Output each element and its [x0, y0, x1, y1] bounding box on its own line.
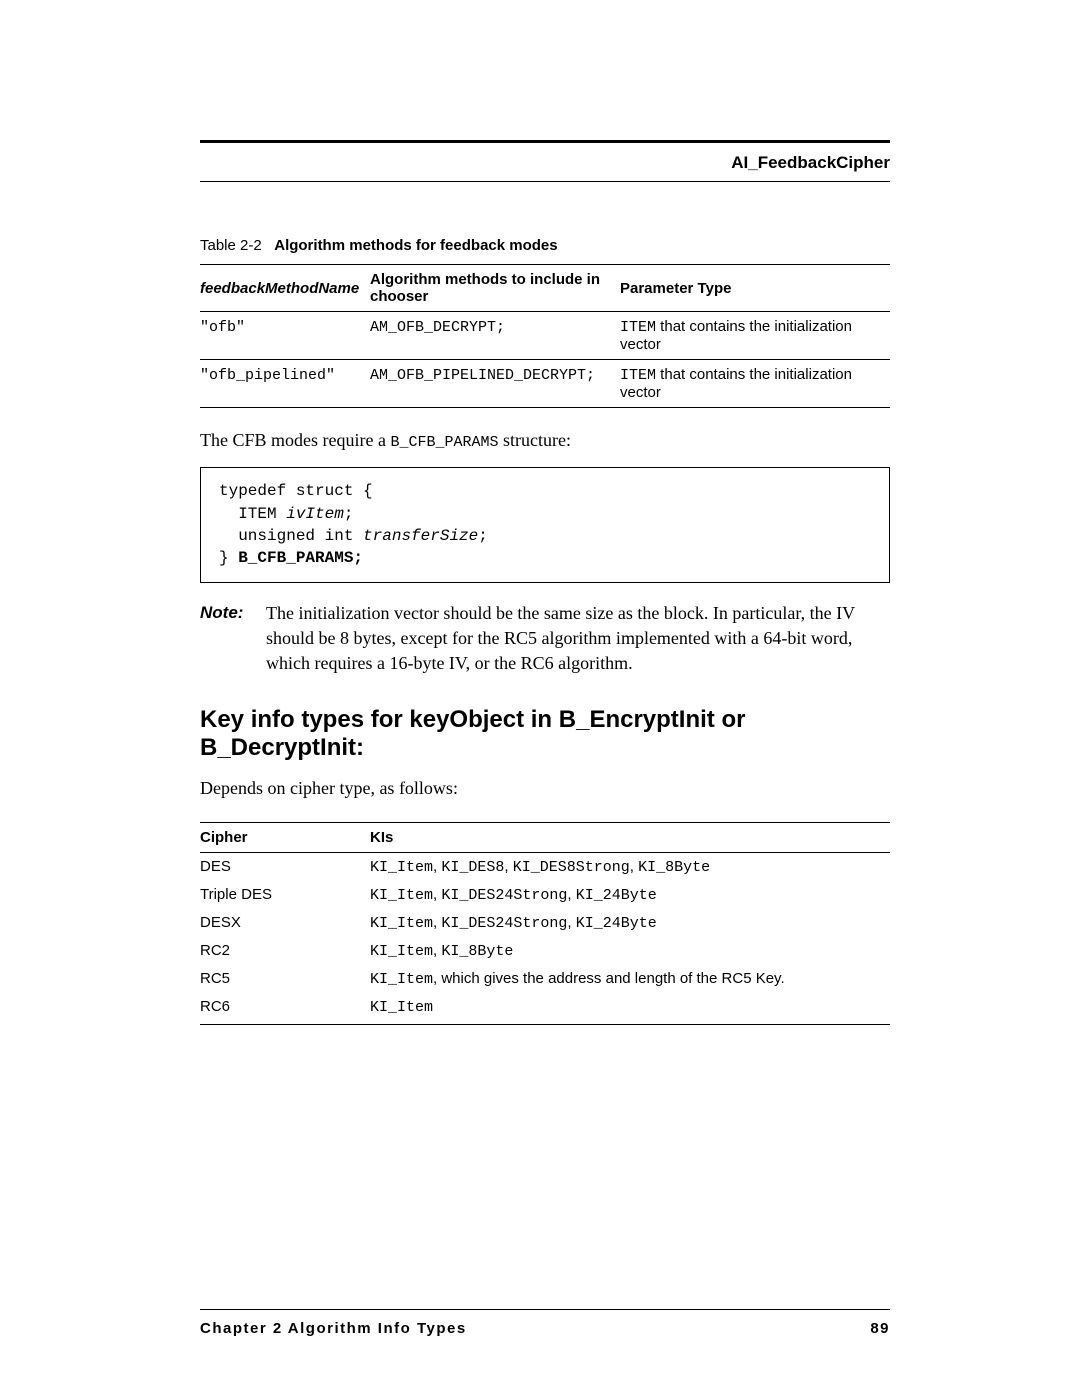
ki-table-header-col2: KIs [370, 822, 890, 852]
table1-caption: Table 2-2 Algorithm methods for feedback… [200, 237, 890, 254]
kis-cell: KI_Item, KI_DES8, KI_DES8Strong, KI_8Byt… [370, 852, 890, 881]
note-block: Note: The initialization vector should b… [200, 601, 890, 677]
feedback-method: AM_OFB_DECRYPT; [370, 319, 505, 336]
kis-cell: KI_Item, which gives the address and len… [370, 965, 890, 993]
cipher-cell: DES [200, 852, 370, 881]
section-heading: Key info types for keyObject in B_Encryp… [200, 706, 890, 762]
footer-right: 89 [870, 1320, 890, 1337]
page-content: AI_FeedbackCipher Table 2-2 Algorithm me… [0, 0, 1080, 1075]
table-row: Triple DESKI_Item, KI_DES24Strong, KI_24… [200, 881, 890, 909]
feedback-param: ITEM that contains the initialization ve… [620, 360, 890, 408]
note-label: Note: [200, 601, 248, 677]
kis-cell: KI_Item, KI_8Byte [370, 937, 890, 965]
footer-left: Chapter 2 Algorithm Info Types [200, 1320, 467, 1337]
table1-header-col1: feedbackMethodName [200, 265, 370, 312]
kis-cell: KI_Item, KI_DES24Strong, KI_24Byte [370, 909, 890, 937]
table-row: "ofb_pipelined" AM_OFB_PIPELINED_DECRYPT… [200, 360, 890, 408]
table-row: RC2KI_Item, KI_8Byte [200, 937, 890, 965]
table-row: DESKI_Item, KI_DES8, KI_DES8Strong, KI_8… [200, 852, 890, 881]
cipher-cell: Triple DES [200, 881, 370, 909]
ki-table: Cipher KIs DESKI_Item, KI_DES8, KI_DES8S… [200, 822, 890, 1025]
kis-cell: KI_Item, KI_DES24Strong, KI_24Byte [370, 881, 890, 909]
header-title: AI_FeedbackCipher [200, 153, 890, 181]
cipher-cell: RC6 [200, 993, 370, 1025]
table1-caption-title: Algorithm methods for feedback modes [274, 237, 557, 254]
feedback-table: feedbackMethodName Algorithm methods to … [200, 264, 890, 408]
note-text: The initialization vector should be the … [266, 601, 890, 677]
top-rule [200, 140, 890, 143]
table1-header-col3: Parameter Type [620, 265, 890, 312]
feedback-method: AM_OFB_PIPELINED_DECRYPT; [370, 367, 595, 384]
table-row: RC5KI_Item, which gives the address and … [200, 965, 890, 993]
cipher-cell: RC2 [200, 937, 370, 965]
feedback-name: "ofb_pipelined" [200, 367, 335, 384]
cipher-cell: DESX [200, 909, 370, 937]
table-row: DESXKI_Item, KI_DES24Strong, KI_24Byte [200, 909, 890, 937]
depends-para: Depends on cipher type, as follows: [200, 776, 890, 801]
table-row: RC6KI_Item [200, 993, 890, 1025]
kis-cell: KI_Item [370, 993, 890, 1025]
table1-header-col2: Algorithm methods to include in chooser [370, 265, 620, 312]
code-block: typedef struct { ITEM ivItem; unsigned i… [200, 467, 890, 583]
table-row: "ofb" AM_OFB_DECRYPT; ITEM that contains… [200, 312, 890, 360]
cfb-para: The CFB modes require a B_CFB_PARAMS str… [200, 428, 890, 453]
ki-table-header-col1: Cipher [200, 822, 370, 852]
cipher-cell: RC5 [200, 965, 370, 993]
header-rule [200, 181, 890, 182]
page-footer: Chapter 2 Algorithm Info Types 89 [200, 1309, 890, 1337]
table1-caption-prefix: Table 2-2 [200, 237, 262, 254]
feedback-param: ITEM that contains the initialization ve… [620, 312, 890, 360]
feedback-name: "ofb" [200, 319, 245, 336]
